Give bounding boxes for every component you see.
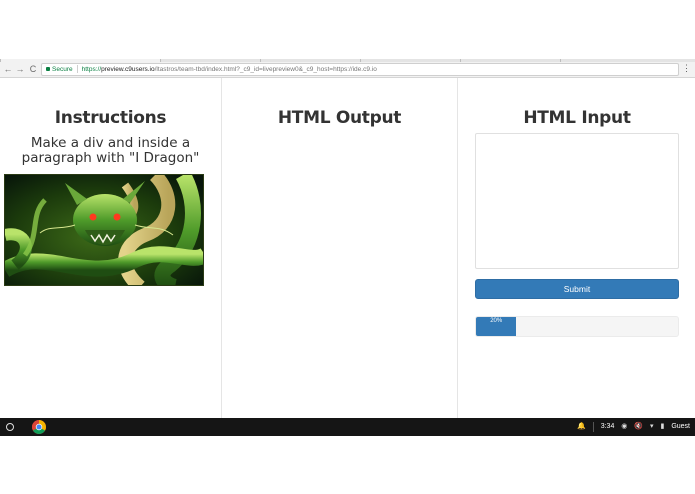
volume-muted-icon: 🔇 (634, 423, 644, 430)
settings-circle-icon: ◉ (621, 423, 628, 430)
url-host: preview.c9users.io (101, 66, 155, 73)
os-taskbar: 🔔 3:34 ◉ 🔇 ▾ ▮ Guest (0, 418, 695, 436)
omnibox-divider (76, 65, 78, 74)
output-heading: HTML Output (277, 108, 402, 128)
page-content: Instructions Make a div and inside a par… (0, 78, 695, 418)
secure-label: Secure (52, 66, 73, 73)
blank-bottom-area (0, 436, 695, 494)
forward-icon[interactable]: → (15, 64, 25, 75)
tray-divider (592, 422, 594, 432)
notification-bell-icon[interactable]: 🔔 (577, 418, 586, 436)
input-column: HTML Input Submit 20% (459, 78, 695, 418)
lock-icon (46, 67, 50, 72)
progress-fill: 20% (476, 317, 517, 336)
instructions-column: Instructions Make a div and inside a par… (0, 78, 222, 418)
submit-button[interactable]: Submit (475, 279, 679, 299)
clock: 3:34 (600, 423, 615, 430)
url-scheme: https:// (81, 66, 102, 73)
chrome-icon[interactable] (32, 420, 46, 434)
instructions-heading: Instructions (54, 108, 167, 128)
wifi-icon: ▾ (650, 423, 654, 430)
progress-bar: 20% (475, 316, 679, 337)
blank-top-area (0, 0, 695, 59)
reload-icon[interactable]: C (28, 64, 38, 75)
back-icon[interactable]: ← (3, 64, 13, 75)
browser-menu-icon[interactable]: ⋮ (682, 63, 691, 74)
instructions-text: Make a div and inside a paragraph with "… (21, 135, 200, 166)
launcher-icon[interactable] (6, 423, 14, 431)
input-heading: HTML Input (523, 108, 631, 128)
battery-icon: ▮ (660, 423, 665, 430)
user-name: Guest (671, 423, 690, 430)
output-column: HTML Output (222, 78, 458, 418)
progress-label: 20% (490, 318, 503, 324)
address-bar[interactable]: Secure https://preview.c9users.io/ltastro… (41, 63, 679, 76)
url-path: /ltastros/team-tbd/index.html?_c9_id=liv… (154, 66, 377, 73)
dragon-image (4, 174, 204, 286)
system-tray[interactable]: 🔔 3:34 ◉ 🔇 ▾ ▮ Guest (577, 418, 695, 436)
html-input-textarea[interactable] (475, 133, 679, 269)
browser-toolbar: ← → C Secure https://preview.c9users.io/l… (0, 62, 695, 78)
